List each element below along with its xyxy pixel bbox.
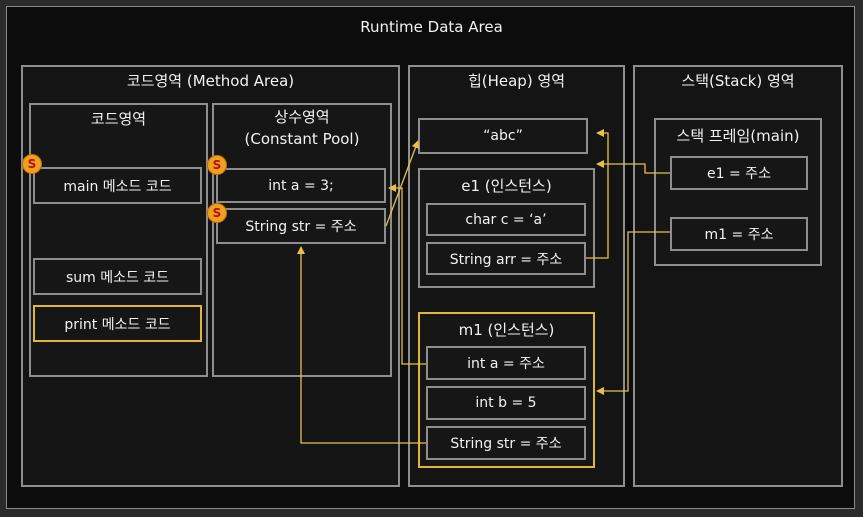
m1-int-a: int a = 주소 xyxy=(426,346,586,380)
static-badge-icon: S xyxy=(207,155,227,175)
m1-string-str: String str = 주소 xyxy=(426,426,586,460)
stack-e1: e1 = 주소 xyxy=(670,156,808,190)
diagram-title: Runtime Data Area xyxy=(360,18,503,36)
e1-char-c: char c = ‘a’ xyxy=(426,203,586,236)
stack-frame-title: 스택 프레임(main) xyxy=(676,126,800,145)
m1-instance-title: m1 (인스턴스) xyxy=(458,320,555,339)
constant-pool-subtitle: (Constant Pool) xyxy=(244,129,360,148)
stack-area-title: 스택(Stack) 영역 xyxy=(681,71,795,90)
heap-area-title: 힙(Heap) 영역 xyxy=(467,71,566,90)
print-method-code: print 메소드 코드 xyxy=(33,305,202,342)
static-badge-icon: S xyxy=(207,203,227,223)
heap-abc-string: “abc” xyxy=(418,118,588,154)
static-badge-icon: S xyxy=(22,154,42,174)
m1-int-b: int b = 5 xyxy=(426,386,586,420)
pool-int-a: int a = 3; xyxy=(216,168,386,203)
sum-method-code: sum 메소드 코드 xyxy=(33,258,202,295)
constant-pool-title: 상수영역 xyxy=(274,108,330,126)
pool-string-str: String str = 주소 xyxy=(216,208,386,244)
stack-m1: m1 = 주소 xyxy=(670,217,808,251)
e1-string-arr: String arr = 주소 xyxy=(426,242,586,275)
code-area-title: 코드영역 xyxy=(90,109,147,128)
method-area-title: 코드영역 (Method Area) xyxy=(126,71,295,90)
e1-instance-title: e1 (인스턴스) xyxy=(461,176,552,195)
main-method-code: main 메소드 코드 xyxy=(33,167,202,204)
diagram: Runtime Data Area 코드영역 (Method Area) 코드영… xyxy=(0,0,863,517)
